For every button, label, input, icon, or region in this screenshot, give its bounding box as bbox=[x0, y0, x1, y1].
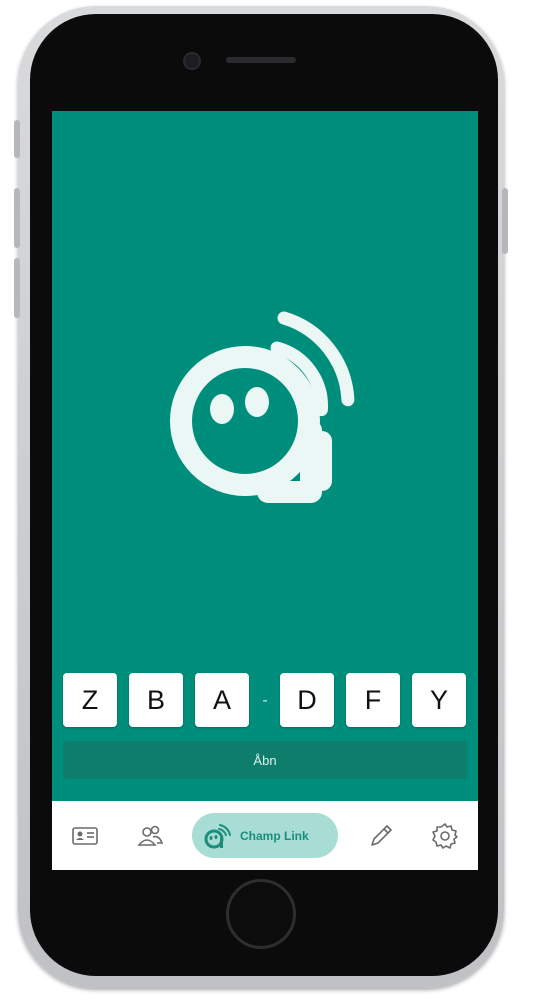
mute-switch bbox=[14, 120, 20, 158]
code-char[interactable]: Z bbox=[63, 673, 117, 727]
tab-champ-link[interactable]: Champ Link bbox=[192, 813, 338, 858]
id-card-icon bbox=[72, 827, 98, 845]
pencil-icon bbox=[371, 825, 392, 846]
power-button bbox=[502, 188, 508, 254]
volume-up-button bbox=[14, 188, 20, 248]
champ-link-icon bbox=[204, 823, 231, 848]
people-icon bbox=[137, 825, 164, 846]
champ-logo-icon bbox=[170, 311, 355, 503]
code-char[interactable]: Y bbox=[412, 673, 466, 727]
code-char[interactable]: D bbox=[280, 673, 334, 727]
code-char[interactable]: A bbox=[195, 673, 249, 727]
code-char[interactable]: B bbox=[129, 673, 183, 727]
tab-pencil[interactable] bbox=[366, 821, 396, 851]
champ-link-label: Champ Link bbox=[240, 828, 309, 843]
tab-id-card[interactable] bbox=[70, 821, 100, 851]
code-char[interactable]: F bbox=[346, 673, 400, 727]
gear-icon bbox=[432, 823, 458, 849]
home-button[interactable] bbox=[226, 879, 296, 949]
tab-people[interactable] bbox=[135, 821, 165, 851]
access-code: Z B A - D F Y bbox=[63, 673, 467, 729]
tab-bar: Champ Link bbox=[52, 801, 478, 870]
open-button[interactable]: Åbn bbox=[63, 741, 467, 779]
open-button-label: Åbn bbox=[253, 752, 277, 768]
front-camera bbox=[183, 52, 201, 70]
app-screen: Z B A - D F Y Åbn Champ Link bbox=[52, 111, 478, 870]
volume-down-button bbox=[14, 258, 20, 318]
tab-settings[interactable] bbox=[430, 821, 460, 851]
code-separator: - bbox=[262, 692, 268, 709]
earpiece-speaker bbox=[226, 57, 296, 63]
